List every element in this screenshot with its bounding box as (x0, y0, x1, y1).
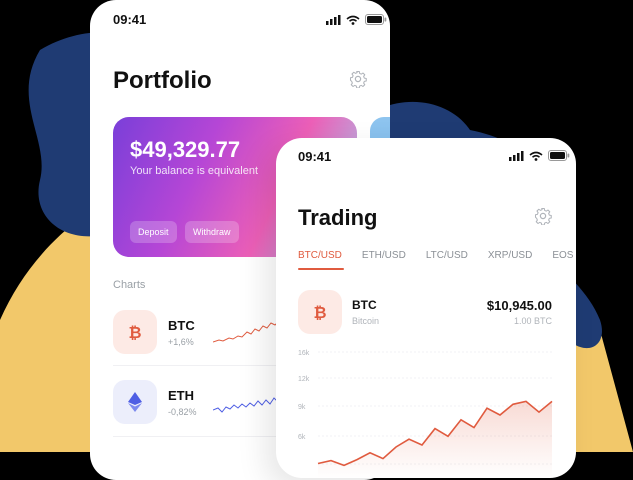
ethereum-icon (113, 380, 157, 424)
wifi-icon (346, 15, 360, 25)
trading-screen: 09:41 Trading BTC/USD ETH/USD LTC/USD XR… (276, 138, 576, 478)
deposit-button[interactable]: Deposit (130, 221, 177, 243)
gear-icon[interactable] (349, 70, 367, 88)
price-chart (317, 351, 553, 478)
balance-amount: $49,329.77 (130, 137, 241, 162)
svg-text:₿: ₿ (128, 324, 141, 341)
coin-change: -0,82% (168, 407, 197, 417)
status-time: 09:41 (113, 12, 147, 27)
price-area (318, 401, 552, 478)
coin-symbol: ETH (168, 388, 194, 403)
status-bar: 09:41 (90, 0, 390, 40)
bitcoin-icon: ₿ (113, 310, 157, 354)
signal-icon (326, 14, 341, 25)
balance-caption: Your balance is equivalent (130, 165, 259, 177)
withdraw-button[interactable]: Withdraw (185, 221, 239, 243)
coin-change: +1,6% (168, 337, 194, 347)
page-title: Portfolio (113, 67, 212, 94)
charts-section-label: Charts (113, 279, 146, 291)
battery-icon (365, 14, 387, 25)
coin-symbol: BTC (168, 318, 195, 333)
status-icons (326, 14, 387, 25)
